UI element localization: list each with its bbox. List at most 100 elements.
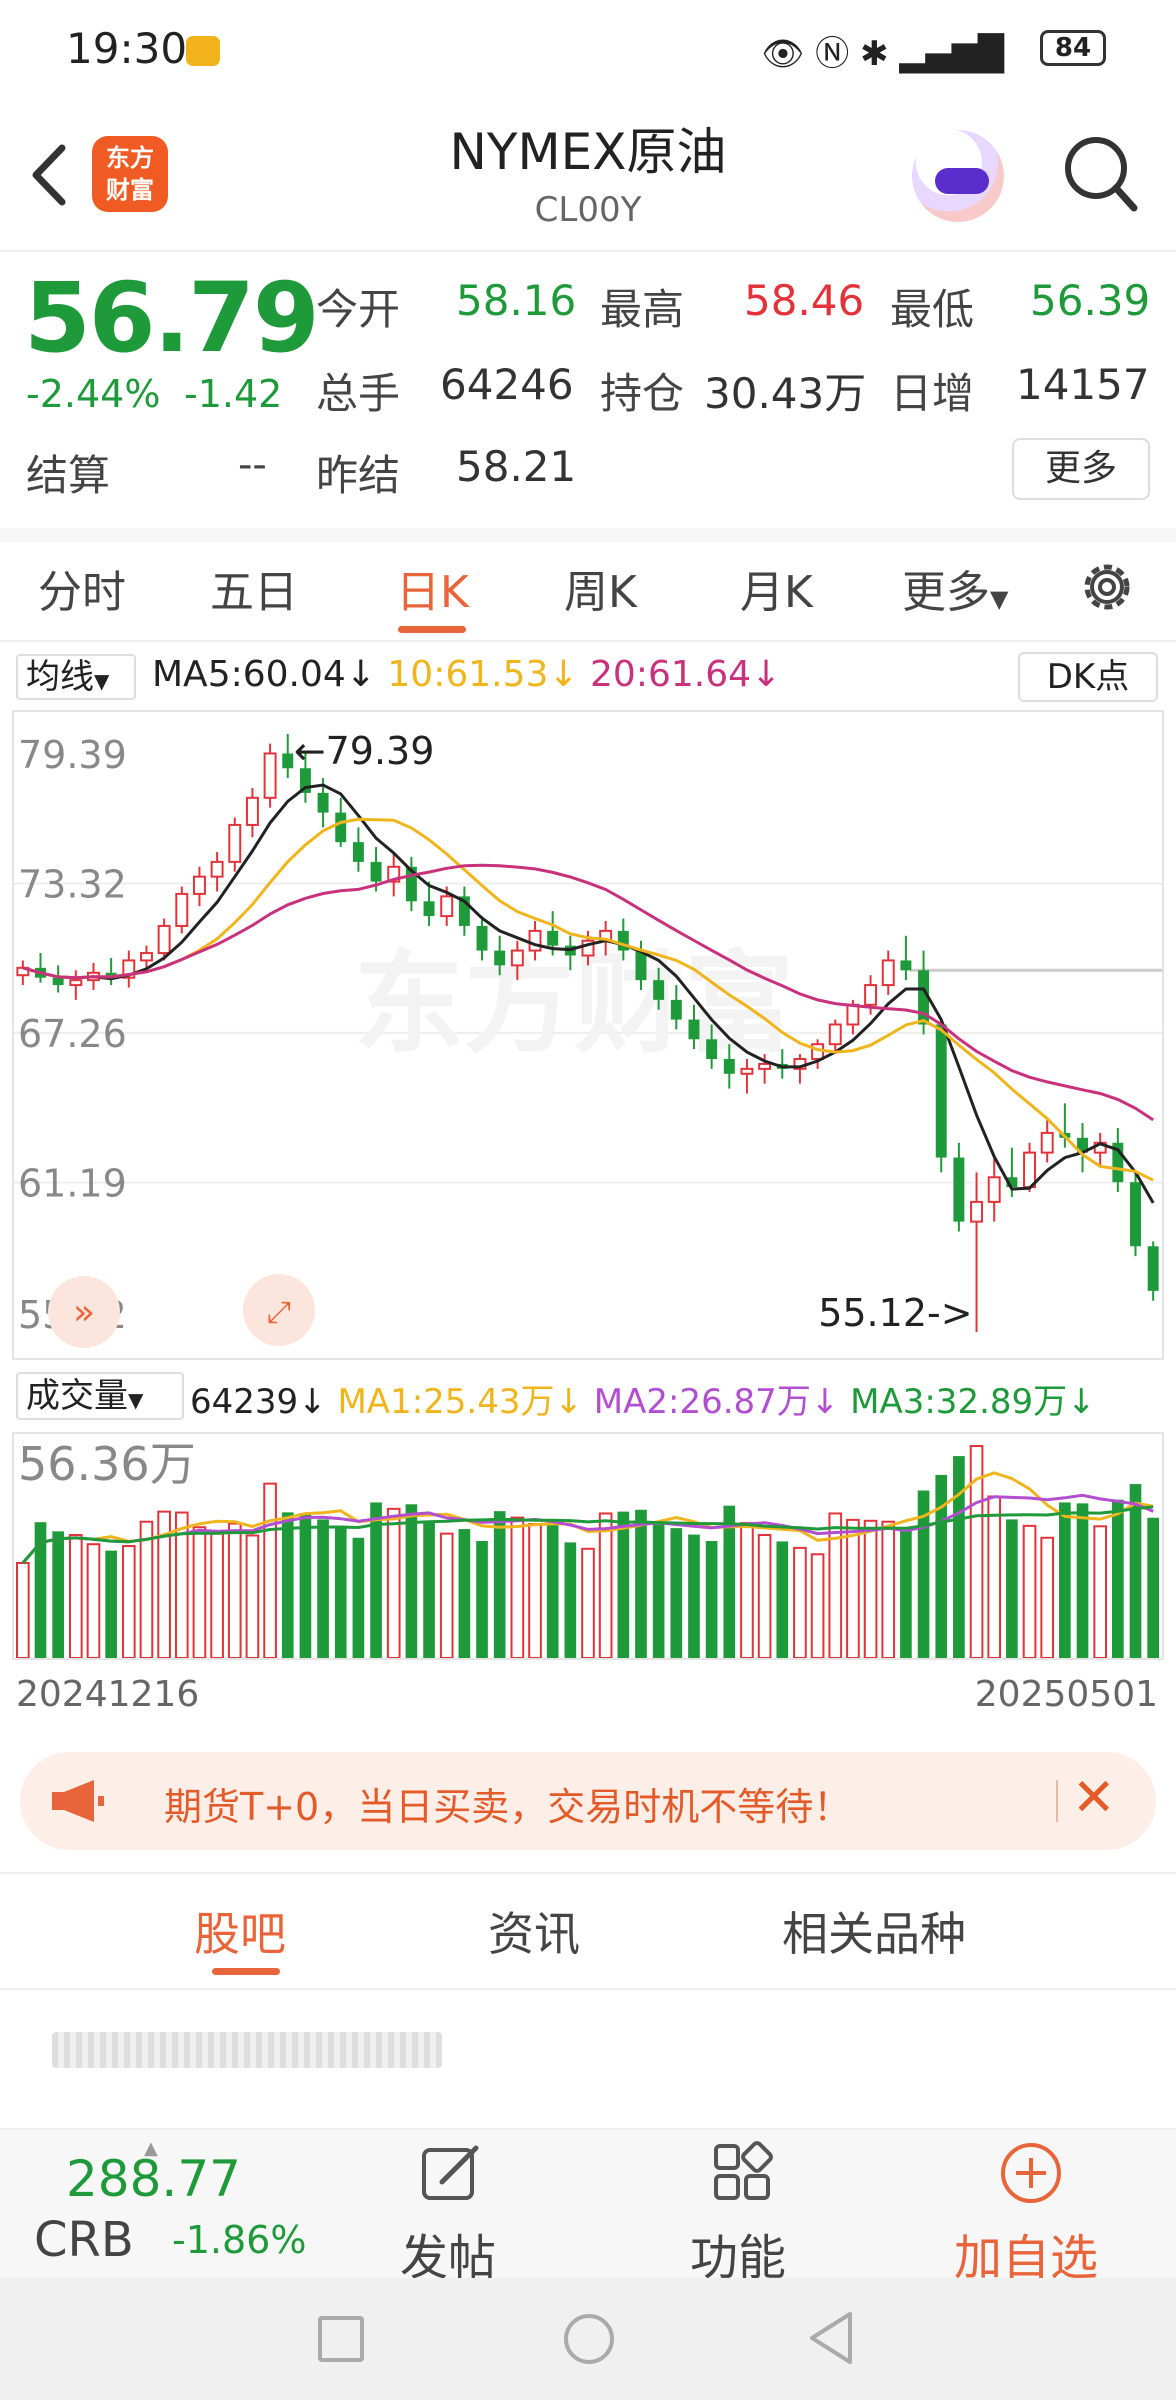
close-icon[interactable]: ✕ [1072, 1768, 1116, 1828]
ma5-value: MA5:60.04↓ [152, 654, 376, 695]
tab-weekly-k[interactable]: 周K [564, 556, 637, 620]
volume-bar [352, 1537, 365, 1658]
volume-legend: 64239↓ MA1:25.43万↓ MA2:26.87万↓ MA3:32.89… [190, 1374, 1096, 1423]
divider [0, 640, 1176, 642]
recents-icon[interactable] [318, 2316, 364, 2362]
tab-news[interactable]: 资讯 [488, 1898, 580, 1964]
search-icon[interactable] [1060, 130, 1140, 220]
volume-bar [105, 1550, 117, 1658]
banner-separator [1056, 1780, 1058, 1822]
tab-five-day[interactable]: 五日 [210, 556, 298, 620]
tab-related[interactable]: 相关品种 [782, 1898, 966, 1964]
candle-body [175, 892, 189, 927]
percent-change: -2.44% [26, 372, 161, 416]
chart-end-date: 20250501 [974, 1674, 1158, 1715]
volume-bar [227, 1522, 242, 1659]
high-value: 58.46 [744, 276, 865, 325]
back-icon[interactable] [24, 140, 74, 210]
candle-body [52, 977, 64, 986]
candle-body [670, 999, 682, 1020]
battery-indicator: 84 [1040, 30, 1106, 66]
high-label: 最高 [600, 285, 685, 334]
volume-bar [1093, 1525, 1108, 1660]
candle-body [139, 952, 153, 962]
edit-icon[interactable] [418, 2140, 484, 2210]
volume-bar [192, 1526, 207, 1659]
candle-body [528, 929, 542, 952]
volume-bar [121, 1545, 136, 1659]
app-logo-icon[interactable]: 东方 财富 [92, 136, 168, 212]
volume-bar [564, 1542, 577, 1658]
y-axis-label: 67.26 [18, 1012, 127, 1056]
candle-body [1040, 1131, 1054, 1154]
candle-body [494, 950, 506, 966]
volume-bar [299, 1512, 312, 1658]
kline-chart[interactable]: 东方财富79.3973.3267.2661.1955.12←79.3955.12… [12, 710, 1164, 1360]
y-axis-label: 73.32 [18, 863, 127, 907]
tab-intraday[interactable]: 分时 [38, 556, 126, 620]
volume-bar [334, 1525, 347, 1658]
volume-bar [528, 1523, 542, 1660]
settle-value: -- [238, 442, 267, 488]
volume-bar [245, 1534, 260, 1659]
volume-bar [439, 1532, 454, 1659]
candle-body [900, 960, 912, 971]
double-chevron-icon: » [73, 1292, 95, 1333]
max-annotation: ←79.39 [294, 729, 435, 773]
dk-points-button[interactable]: DK点 [1018, 652, 1158, 702]
candle-body [758, 1062, 772, 1070]
volume-bar [1112, 1499, 1124, 1658]
home-icon[interactable] [564, 2314, 614, 2364]
candle-body [1147, 1246, 1159, 1291]
add-circle-icon[interactable] [998, 2140, 1064, 2210]
volume-bar [635, 1509, 647, 1658]
fullscreen-icon: ⤢ [267, 1295, 291, 1330]
tab-forum[interactable]: 股吧 [194, 1898, 286, 1964]
candle-body [881, 959, 895, 987]
min-annotation: 55.12-> [818, 1291, 972, 1335]
candle-body [740, 1067, 754, 1075]
crb-name: CRB [34, 2212, 134, 2268]
more-button[interactable]: 更多 [1012, 438, 1150, 500]
grid-icon[interactable] [710, 2140, 776, 2210]
volume-bar [652, 1524, 665, 1658]
oi-label: 持仓 [600, 369, 685, 418]
volume-bar [810, 1553, 825, 1659]
volume-bar [740, 1522, 754, 1659]
notification-icon [186, 36, 220, 66]
volume-bar [405, 1504, 418, 1658]
candle-body [723, 1058, 735, 1074]
tab-monthly-k[interactable]: 月K [740, 556, 813, 620]
y-axis-label: 61.19 [18, 1161, 127, 1205]
divider [0, 528, 1176, 542]
volume-chart[interactable]: 56.36万 [12, 1432, 1164, 1660]
nav-back-icon[interactable] [806, 2310, 856, 2370]
open-label: 今开 [316, 285, 401, 334]
tab-more[interactable]: 更多▼ [902, 556, 1008, 620]
volume-bar [987, 1495, 1002, 1659]
divider [0, 1872, 1176, 1874]
volume-bar [139, 1520, 154, 1660]
indicator-select[interactable]: 均线▼ [16, 654, 136, 700]
candle-body [935, 1024, 947, 1158]
divider [0, 250, 1176, 252]
prev-settle-value: 58.21 [456, 442, 577, 491]
signal-icons: 👁 Ⓝ ✱ ▂▄▆█ [761, 34, 1004, 74]
tab-more-label: 更多 [902, 567, 990, 618]
caret-down-icon: ▼ [990, 585, 1009, 613]
volume-bar [863, 1519, 878, 1659]
volume-bar [757, 1534, 772, 1659]
candle-body [953, 1157, 965, 1222]
candle-body [864, 984, 878, 1006]
volume-indicator-select[interactable]: 成交量▼ [16, 1372, 184, 1420]
tab-daily-k[interactable]: 日K [396, 556, 469, 620]
volume-bar [953, 1456, 965, 1658]
volume-bar [263, 1482, 277, 1660]
crb-value[interactable]: 288.77 [66, 2150, 241, 2208]
volume-bar [546, 1524, 559, 1658]
open-value: 58.16 [456, 276, 577, 325]
candle-body [263, 752, 277, 799]
gear-icon[interactable] [1076, 556, 1138, 618]
last-price: 56.79 [24, 262, 320, 374]
post-preview-placeholder[interactable] [52, 2032, 442, 2068]
